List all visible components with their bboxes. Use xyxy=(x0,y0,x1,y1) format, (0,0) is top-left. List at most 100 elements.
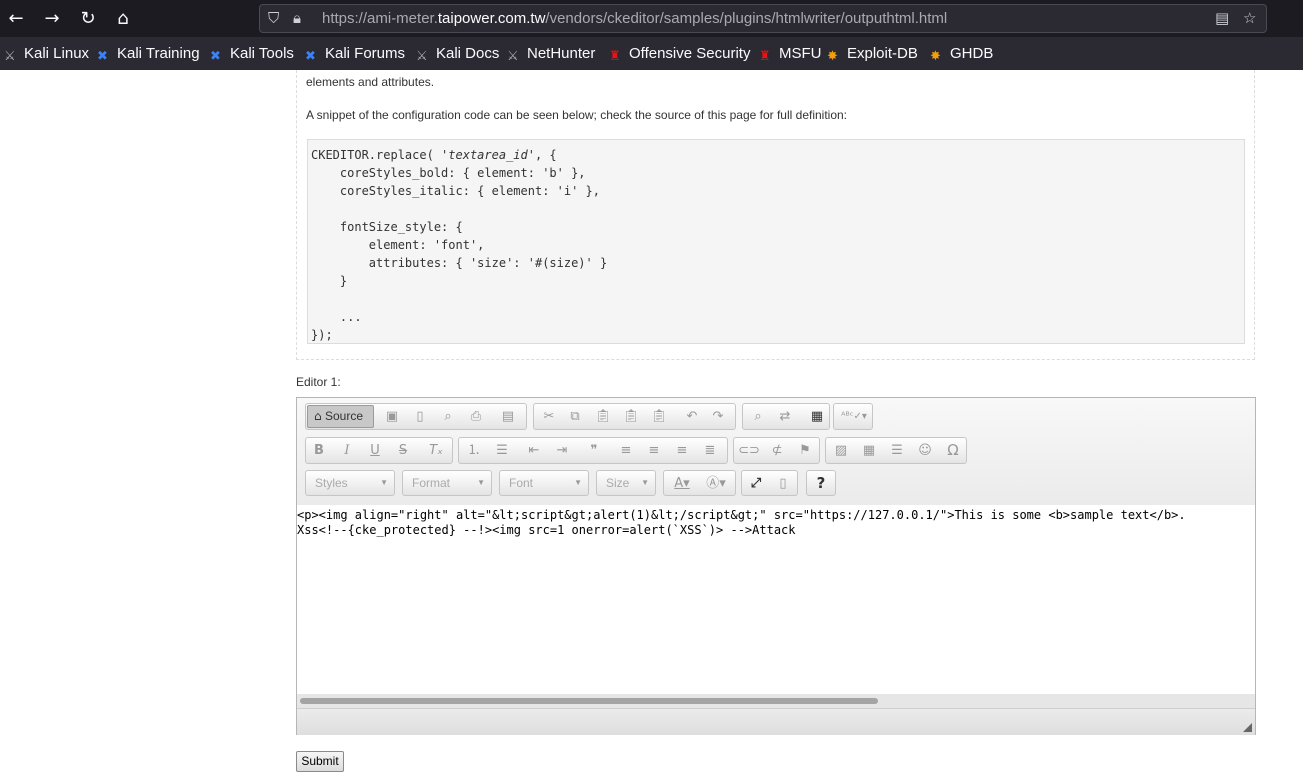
paste-text-icon[interactable]: 📋︎ xyxy=(619,406,643,427)
back-icon[interactable]: ← xyxy=(3,6,29,32)
find-icon[interactable]: ⌕ xyxy=(746,406,770,427)
special-char-icon[interactable]: Ω xyxy=(941,440,965,461)
spellcheck-icon[interactable]: ᴬᴮᶜ✓▾ xyxy=(838,406,870,427)
bookmark-item[interactable]: ✖ Kali Training xyxy=(97,45,200,64)
source-button[interactable]: ⌂ Source xyxy=(307,405,374,428)
select-all-icon[interactable]: ▦ xyxy=(805,406,829,427)
bookmark-item[interactable]: ✖ Kali Tools xyxy=(210,45,294,64)
resize-handle-icon[interactable] xyxy=(1243,723,1252,732)
kali-icon: ✖ xyxy=(210,49,221,64)
strike-icon[interactable]: S xyxy=(391,440,415,461)
url-domain: taipower.com.tw xyxy=(437,10,546,27)
reader-view-icon[interactable]: ▤ xyxy=(1215,9,1229,27)
source-line: <p><img align="right" alt="&lt;script&gt… xyxy=(297,508,1186,522)
editor-bottom-bar xyxy=(297,708,1255,735)
smiley-icon[interactable]: ☺ xyxy=(913,440,937,461)
undo-icon[interactable]: ↶ xyxy=(680,406,704,427)
toolbar-group-links: ⊂⊃ ⊄ ⚑ xyxy=(733,437,820,464)
redo-icon[interactable]: ↷ xyxy=(706,406,730,427)
bookmark-item[interactable]: ✖ Kali Forums xyxy=(305,45,405,64)
bookmark-item[interactable]: ♜ MSFU xyxy=(759,45,822,64)
bookmark-item[interactable]: ✸ GHDB xyxy=(930,45,993,64)
toolbar-group-clipboard: ✂ ⧉ 📋︎ 📋︎ 📋︎ ↶ ↷ xyxy=(533,403,736,430)
show-blocks-icon[interactable]: ▯ xyxy=(771,473,795,494)
code-line: , { xyxy=(534,148,557,162)
align-center-icon[interactable]: ≡ xyxy=(642,440,666,461)
outdent-icon[interactable]: ⇤ xyxy=(522,440,546,461)
dropdown-arrow-icon: ▼ xyxy=(380,478,388,487)
new-page-icon[interactable]: ▯ xyxy=(408,406,432,427)
horizontal-rule-icon[interactable]: ☰ xyxy=(885,440,909,461)
bookmark-item[interactable]: ⚔ Kali Linux xyxy=(4,45,89,64)
kali-dragon-icon: ⚔ xyxy=(416,49,428,64)
styles-combo[interactable]: Styles ▼ xyxy=(305,470,395,496)
home-icon[interactable]: ⌂ xyxy=(110,6,136,32)
cut-icon[interactable]: ✂ xyxy=(537,406,561,427)
reload-icon[interactable]: ↻ xyxy=(75,6,101,32)
table-icon[interactable]: ▦ xyxy=(857,440,881,461)
blockquote-icon[interactable]: ❞ xyxy=(582,440,606,461)
paste-icon[interactable]: 📋︎ xyxy=(591,406,615,427)
bookmark-label: Kali Forums xyxy=(325,45,406,62)
bookmark-star-icon[interactable]: ☆ xyxy=(1243,9,1256,27)
bookmark-item[interactable]: ✸ Exploit-DB xyxy=(827,45,918,64)
replace-icon[interactable]: ⇄ xyxy=(773,406,797,427)
preview-icon[interactable]: ⌕ xyxy=(436,406,460,427)
bg-color-icon[interactable]: Ⓐ▾ xyxy=(701,473,731,494)
submit-button[interactable]: Submit xyxy=(296,751,344,772)
print-icon[interactable]: ⎙ xyxy=(464,406,488,427)
bulleted-list-icon[interactable]: ☰ xyxy=(490,440,514,461)
maximize-icon[interactable]: ⤢ xyxy=(744,473,768,494)
anchor-flag-icon[interactable]: ⚑ xyxy=(793,440,817,461)
numbered-list-icon[interactable]: ⒈ xyxy=(462,440,486,461)
help-icon[interactable]: ? xyxy=(809,473,833,494)
indent-icon[interactable]: ⇥ xyxy=(550,440,574,461)
align-left-icon[interactable]: ≡ xyxy=(614,440,638,461)
source-content[interactable]: <p><img align="right" alt="&lt;script&gt… xyxy=(297,505,1255,538)
remove-format-icon[interactable]: Tₓ xyxy=(424,440,448,461)
templates-icon[interactable]: ▤ xyxy=(496,406,520,427)
scrollbar-thumb[interactable] xyxy=(300,698,878,704)
url-text[interactable]: https://ami-meter.taipower.com.tw/vendor… xyxy=(322,10,947,27)
image-icon[interactable]: ▨ xyxy=(829,440,853,461)
save-icon[interactable]: ▣ xyxy=(380,406,404,427)
underline-icon[interactable]: U xyxy=(363,440,387,461)
horizontal-scrollbar[interactable] xyxy=(297,694,1255,708)
toolbar-group-basicstyles: B I U S Tₓ xyxy=(305,437,453,464)
bookmark-label: Exploit-DB xyxy=(847,45,918,62)
source-textarea[interactable]: <p><img align="right" alt="&lt;script&gt… xyxy=(297,505,1255,694)
italic-icon[interactable]: I xyxy=(335,440,359,461)
unlink-icon[interactable]: ⊄ xyxy=(765,440,789,461)
copy-icon[interactable]: ⧉ xyxy=(563,406,587,427)
combo-label: Format xyxy=(412,476,451,490)
link-icon[interactable]: ⊂⊃ xyxy=(737,440,761,461)
justify-icon[interactable]: ≣ xyxy=(698,440,722,461)
dropdown-arrow-icon: ▼ xyxy=(574,478,582,487)
nethunter-icon: ⚔ xyxy=(507,49,519,64)
description-text: elements and attributes. xyxy=(306,75,435,89)
bold-icon[interactable]: B xyxy=(307,440,331,461)
ghdb-icon: ✸ xyxy=(930,49,941,64)
dropdown-arrow-icon: ▼ xyxy=(641,478,649,487)
size-combo[interactable]: Size ▼ xyxy=(596,470,656,496)
browser-toolbar: ← → ↻ ⌂ ⛉ 🔒︎ https://ami-meter.taipower.… xyxy=(0,0,1303,37)
text-color-icon[interactable]: A▾ xyxy=(667,473,697,494)
combo-label: Font xyxy=(509,476,534,490)
shield-icon[interactable]: ⛉ xyxy=(268,9,279,27)
url-bar[interactable]: ⛉ 🔒︎ https://ami-meter.taipower.com.tw/v… xyxy=(259,4,1267,33)
bookmark-label: MSFU xyxy=(779,45,822,62)
font-combo[interactable]: Font ▼ xyxy=(499,470,589,496)
align-right-icon[interactable]: ≡ xyxy=(670,440,694,461)
lock-icon[interactable]: 🔒︎ xyxy=(293,9,301,27)
code-line: CKEDITOR.replace( xyxy=(311,148,442,162)
editor-toolbar: ⌂ Source ▣ ▯ ⌕ ⎙ ▤ ✂ ⧉ 📋︎ 📋︎ 📋︎ ↶ ↷ ⌕ ⇄ … xyxy=(297,398,1255,506)
bookmark-item[interactable]: ♜ Offensive Security xyxy=(609,45,750,64)
bookmark-item[interactable]: ⚔ Kali Docs xyxy=(416,45,499,64)
bookmark-item[interactable]: ⚔ NetHunter xyxy=(507,45,595,64)
forward-icon[interactable]: → xyxy=(39,6,65,32)
url-path: /vendors/ckeditor/samples/plugins/htmlwr… xyxy=(545,10,948,27)
paste-word-icon[interactable]: 📋︎ xyxy=(647,406,671,427)
format-combo[interactable]: Format ▼ xyxy=(402,470,492,496)
dropdown-arrow-icon: ▼ xyxy=(477,478,485,487)
toolbar-group-colors: A▾ Ⓐ▾ xyxy=(663,470,736,496)
